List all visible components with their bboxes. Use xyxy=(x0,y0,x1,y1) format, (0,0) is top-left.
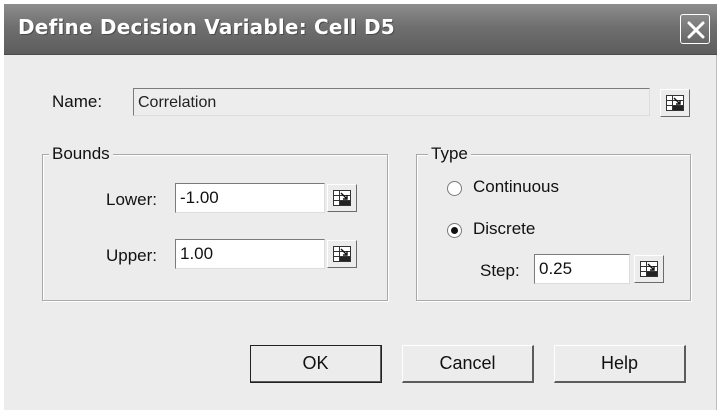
cancel-button[interactable]: Cancel xyxy=(402,345,534,383)
step-input[interactable]: 0.25 xyxy=(534,254,630,284)
discrete-radio[interactable] xyxy=(447,223,462,238)
cell-reference-icon xyxy=(640,261,658,277)
bounds-group-label: Bounds xyxy=(49,144,113,164)
name-field[interactable]: Correlation xyxy=(133,88,650,116)
close-button[interactable] xyxy=(680,14,710,44)
radio-selected-dot xyxy=(451,227,458,234)
discrete-label[interactable]: Discrete xyxy=(473,219,535,239)
dialog-title: Define Decision Variable: Cell D5 xyxy=(18,15,395,39)
step-label: Step: xyxy=(480,261,520,280)
upper-bound-input[interactable]: 1.00 xyxy=(175,239,325,269)
define-decision-variable-dialog: Define Decision Variable: Cell D5 Name: … xyxy=(4,4,717,410)
upper-label: Upper: xyxy=(106,246,158,265)
continuous-radio[interactable] xyxy=(447,181,462,196)
title-bar[interactable]: Define Decision Variable: Cell D5 xyxy=(4,4,717,55)
step-cell-ref-button[interactable] xyxy=(634,255,664,283)
name-label: Name: xyxy=(52,92,103,111)
ok-button[interactable]: OK xyxy=(250,345,382,383)
name-cell-ref-button[interactable] xyxy=(660,89,690,117)
cell-reference-icon xyxy=(333,190,351,206)
upper-cell-ref-button[interactable] xyxy=(327,240,357,268)
bounds-group xyxy=(42,154,388,301)
type-group-label: Type xyxy=(428,144,471,164)
cell-reference-icon xyxy=(333,246,351,262)
close-icon xyxy=(687,21,705,39)
lower-bound-input[interactable]: -1.00 xyxy=(175,183,325,213)
help-button[interactable]: Help xyxy=(554,345,686,383)
lower-cell-ref-button[interactable] xyxy=(327,184,357,212)
cell-reference-icon xyxy=(666,95,684,111)
continuous-label[interactable]: Continuous xyxy=(473,177,559,197)
lower-label: Lower: xyxy=(106,190,158,209)
